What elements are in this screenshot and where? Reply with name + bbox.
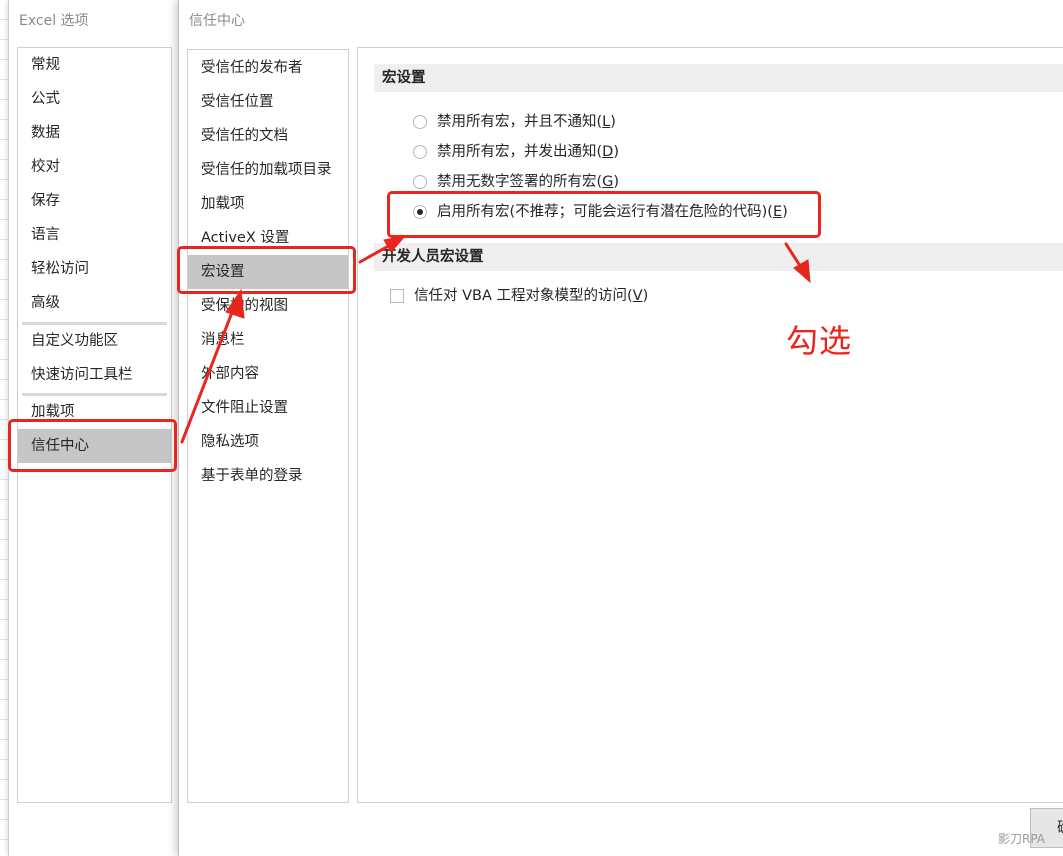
- trust-nav-item-activex-settings[interactable]: ActiveX 设置: [188, 221, 348, 255]
- trust-nav-item-form-based-sign-in[interactable]: 基于表单的登录: [188, 459, 348, 493]
- developer-macro-settings-header: 开发人员宏设置: [374, 243, 1063, 271]
- options-nav-item-advanced[interactable]: 高级: [18, 286, 171, 320]
- trust-nav-item-trusted-locations[interactable]: 受信任位置: [188, 85, 348, 119]
- options-nav-item-trust-center[interactable]: 信任中心: [18, 429, 171, 463]
- checkbox[interactable]: [390, 289, 404, 303]
- trust-nav-item-protected-view[interactable]: 受保护的视图: [188, 289, 348, 323]
- trust-nav-item-add-ins[interactable]: 加载项: [188, 187, 348, 221]
- trust-nav-item-trusted-publishers[interactable]: 受信任的发布者: [188, 51, 348, 85]
- options-nav-item-formulas[interactable]: 公式: [18, 82, 171, 116]
- radio-button[interactable]: [413, 145, 427, 159]
- options-nav-item-add-ins[interactable]: 加载项: [18, 395, 171, 429]
- trust-nav-item-trusted-add-in-catalogs[interactable]: 受信任的加载项目录: [188, 153, 348, 187]
- trust-nav-item-message-bar[interactable]: 消息栏: [188, 323, 348, 357]
- options-nav-item-quick-access-toolbar[interactable]: 快速访问工具栏: [18, 358, 171, 392]
- trust-nav-item-privacy-options[interactable]: 隐私选项: [188, 425, 348, 459]
- trust-nav-item-trusted-documents[interactable]: 受信任的文档: [188, 119, 348, 153]
- excel-options-window: Excel 选项 常规 公式 数据 校对 保存 语言 轻松访问 高级 自定义功能…: [8, 0, 198, 856]
- trust-center-nav-list: 受信任的发布者 受信任位置 受信任的文档 受信任的加载项目录 加载项 Activ…: [187, 49, 349, 803]
- options-nav-item-proofing[interactable]: 校对: [18, 150, 171, 184]
- trust-nav-item-external-content[interactable]: 外部内容: [188, 357, 348, 391]
- options-nav-item-data[interactable]: 数据: [18, 116, 171, 150]
- options-nav-item-save[interactable]: 保存: [18, 184, 171, 218]
- trust-nav-item-file-block-settings[interactable]: 文件阻止设置: [188, 391, 348, 425]
- trust-center-title: 信任中心: [189, 13, 245, 29]
- annotation-check-label: 勾选: [786, 322, 853, 360]
- options-window-title: Excel 选项: [19, 13, 89, 29]
- options-nav-item-customize-ribbon[interactable]: 自定义功能区: [18, 324, 171, 358]
- radio-button-checked[interactable]: [413, 205, 427, 219]
- options-nav-item-language[interactable]: 语言: [18, 218, 171, 252]
- options-nav-item-accessibility[interactable]: 轻松访问: [18, 252, 171, 286]
- radio-button[interactable]: [413, 175, 427, 189]
- macro-settings-panel: 宏设置 禁用所有宏，并且不通知(L) 禁用所有宏，并发出通知(D) 禁用无数字签…: [357, 47, 1063, 803]
- trust-center-window: 信任中心 受信任的发布者 受信任位置 受信任的文档 受信任的加载项目录 加载项 …: [178, 0, 1063, 856]
- options-nav-list: 常规 公式 数据 校对 保存 语言 轻松访问 高级 自定义功能区 快速访问工具栏…: [17, 47, 172, 803]
- radio-button[interactable]: [413, 115, 427, 129]
- watermark-text: 影刀RPA: [998, 832, 1046, 846]
- macro-settings-header: 宏设置: [374, 64, 1063, 92]
- trust-nav-item-macro-settings[interactable]: 宏设置: [188, 255, 348, 289]
- options-nav-item-general[interactable]: 常规: [18, 48, 171, 82]
